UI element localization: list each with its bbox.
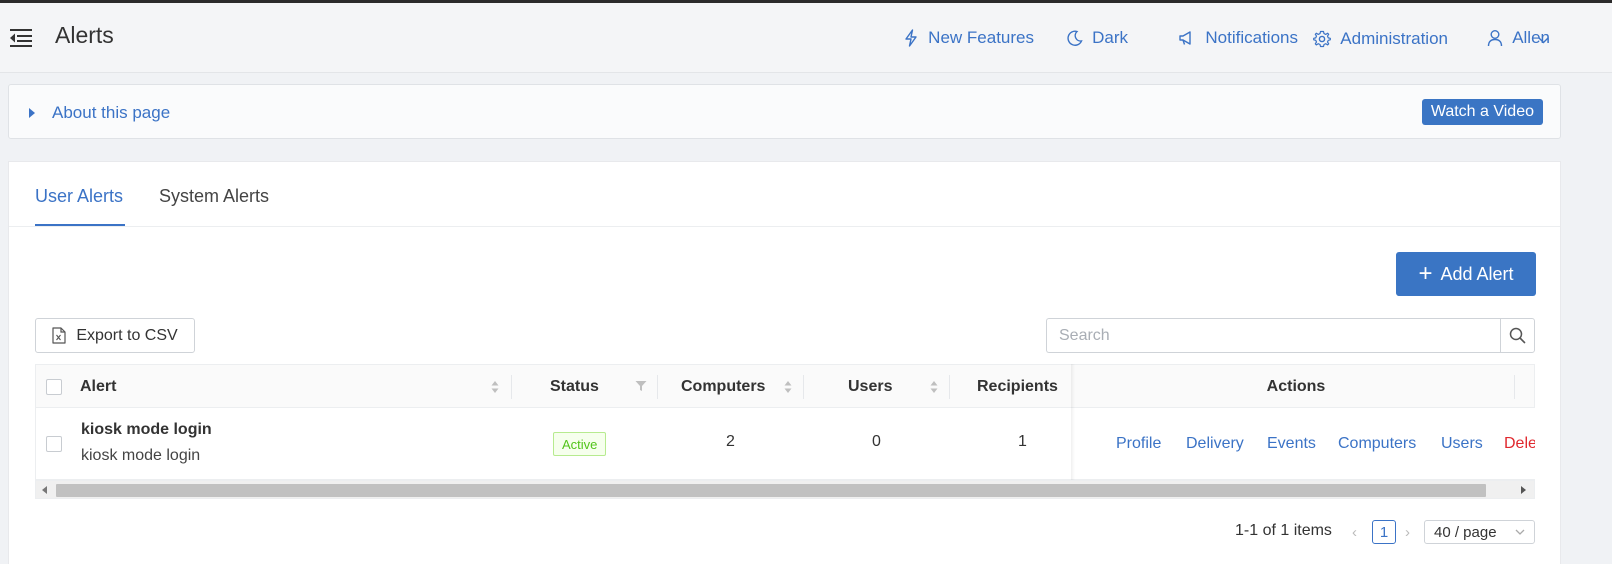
row-select-cell (46, 436, 62, 452)
nav-notifications[interactable]: Notifications (1178, 28, 1298, 48)
menu-toggle-icon[interactable] (8, 25, 34, 51)
actions-column: Profile Delivery Events Computers Users … (1075, 364, 1535, 480)
watch-video-button[interactable]: Watch a Video (1421, 99, 1543, 125)
row-checkbox[interactable] (46, 436, 62, 452)
alerts-card: User Alerts System Alerts + Add Alert Ex… (8, 161, 1561, 564)
alert-name[interactable]: kiosk mode login (81, 421, 212, 439)
search-icon (1509, 327, 1526, 344)
search-button[interactable] (1500, 318, 1535, 353)
about-label: About this page (52, 103, 171, 122)
megaphone-icon (1179, 31, 1192, 45)
chevron-down-icon[interactable] (1538, 37, 1549, 44)
caret-right-icon (29, 108, 35, 118)
sort-icon[interactable] (491, 380, 499, 394)
col-header-recipients: Recipients (977, 378, 1058, 395)
next-page-icon[interactable]: › (1405, 524, 1410, 541)
horizontal-scrollbar[interactable] (35, 480, 1535, 499)
tab-system-alerts[interactable]: System Alerts (159, 186, 269, 207)
col-header-alert[interactable]: Alert (80, 365, 116, 409)
select-all-checkbox[interactable] (46, 379, 62, 395)
nav-new-features-label: New Features (928, 28, 1034, 47)
search-input[interactable] (1046, 318, 1501, 353)
search-box (1046, 318, 1535, 353)
pagination-total: 1-1 of 1 items (1235, 522, 1332, 539)
action-delivery-link[interactable]: Delivery (1186, 435, 1244, 453)
scroll-left-arrow[interactable] (42, 486, 47, 494)
column-divider (949, 375, 950, 399)
action-users-link[interactable]: Users (1441, 435, 1483, 453)
action-delete-link[interactable]: Dele (1504, 435, 1535, 453)
page-size-select[interactable]: 40 / page (1424, 520, 1535, 544)
users-count: 0 (872, 433, 881, 450)
scrollbar-thumb[interactable] (56, 484, 1486, 497)
nav-dark-mode[interactable]: Dark (1067, 28, 1128, 48)
col-header-computers[interactable]: Computers (681, 365, 765, 409)
app-header: Alerts New Features Dark Notifications A… (0, 3, 1612, 73)
recipients-count: 1 (1018, 433, 1027, 450)
nav-notifications-label: Notifications (1205, 28, 1298, 47)
export-csv-label: Export to CSV (76, 326, 178, 344)
file-excel-icon (52, 327, 66, 344)
sort-icon[interactable] (784, 380, 792, 394)
active-tab-indicator (35, 224, 125, 226)
nav-new-features[interactable]: New Features (903, 28, 1034, 48)
action-profile-link[interactable]: Profile (1116, 435, 1161, 453)
moon-icon (1067, 30, 1083, 46)
alerts-table: Alert Status Computers Users Recipients … (35, 364, 1535, 499)
user-icon (1487, 30, 1503, 47)
scroll-right-arrow[interactable] (1521, 486, 1526, 494)
page-size-label: 40 / page (1434, 523, 1497, 541)
nav-administration[interactable]: Administration (1313, 29, 1448, 49)
about-panel: About this page Watch a Video (8, 84, 1561, 139)
export-csv-button[interactable]: Export to CSV (35, 318, 195, 353)
chevron-down-icon (1515, 529, 1525, 535)
action-events-link[interactable]: Events (1267, 435, 1316, 453)
plus-icon: + (1418, 260, 1433, 287)
col-header-users[interactable]: Users (848, 365, 892, 409)
status-badge: Active (553, 432, 607, 456)
col-header-status[interactable]: Status (550, 365, 599, 409)
column-divider (511, 375, 512, 399)
lightning-icon (905, 29, 917, 47)
prev-page-icon[interactable]: ‹ (1352, 524, 1357, 541)
gear-icon (1313, 30, 1332, 48)
about-toggle[interactable]: About this page (29, 103, 170, 123)
add-alert-label: Add Alert (1440, 263, 1514, 284)
nav-dark-label: Dark (1092, 28, 1128, 47)
filter-icon[interactable] (635, 380, 647, 392)
add-alert-button[interactable]: + Add Alert (1396, 252, 1536, 296)
alert-description: kiosk mode login (81, 447, 201, 464)
computers-count: 2 (726, 433, 735, 450)
alert-tabs: User Alerts System Alerts (9, 162, 1560, 227)
action-computers-link[interactable]: Computers (1338, 435, 1416, 453)
page-title: Alerts (55, 22, 114, 48)
column-divider (803, 375, 804, 399)
tab-user-alerts[interactable]: User Alerts (35, 186, 123, 207)
page-number-current[interactable]: 1 (1372, 520, 1396, 544)
sort-icon[interactable] (930, 380, 938, 394)
nav-administration-label: Administration (1340, 29, 1448, 48)
select-all-cell (46, 365, 62, 409)
column-divider (657, 375, 658, 399)
